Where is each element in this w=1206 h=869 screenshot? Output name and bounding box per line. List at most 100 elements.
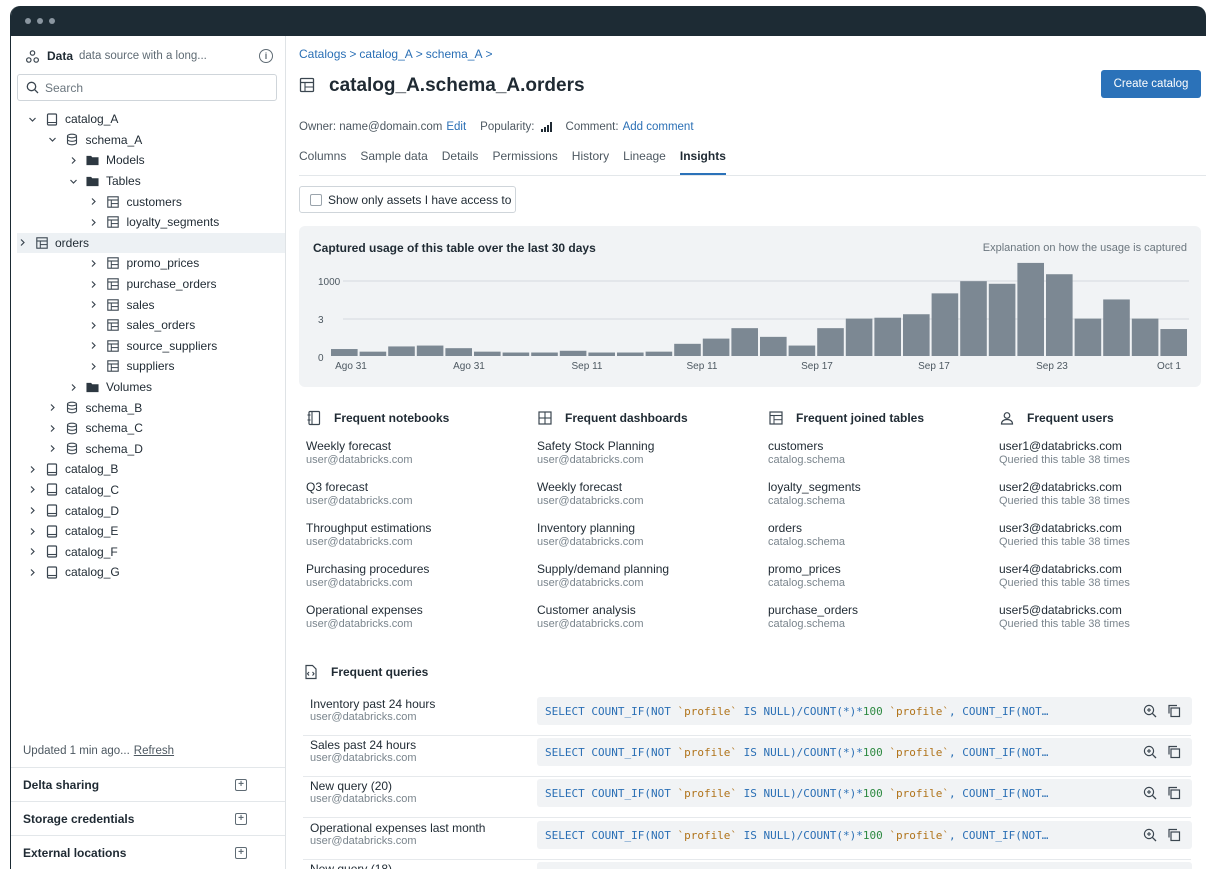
list-item[interactable]: Q3 forecast user@databricks.com	[306, 480, 531, 521]
tree-item-schema-d[interactable]: schema_D	[11, 439, 285, 460]
chevron-right-icon[interactable]	[89, 341, 99, 350]
list-item[interactable]: user1@databricks.com Queried this table 3…	[999, 439, 1206, 480]
breadcrumb-schema[interactable]: schema_A	[426, 47, 483, 61]
tree-item-catalog-c[interactable]: catalog_C	[11, 480, 285, 501]
access-filter-toggle[interactable]: Show only assets I have access to	[299, 186, 516, 213]
expand-plus-icon[interactable]: +	[235, 812, 247, 825]
chart-explanation-link[interactable]: Explanation on how the usage is captured	[983, 242, 1187, 254]
access-checkbox[interactable]	[310, 193, 322, 206]
usage-bar[interactable]	[931, 293, 959, 356]
tab-columns[interactable]: Columns	[299, 149, 346, 175]
window-dot[interactable]	[25, 18, 31, 24]
usage-bar[interactable]	[645, 351, 673, 356]
tree-item-schema-b[interactable]: schema_B	[11, 397, 285, 418]
usage-bar[interactable]	[788, 345, 816, 356]
usage-bar[interactable]	[874, 317, 901, 356]
zoom-in-icon[interactable]	[1143, 786, 1157, 803]
tab-details[interactable]: Details	[442, 149, 479, 175]
breadcrumb-catalogs[interactable]: Catalogs	[299, 47, 346, 61]
copy-icon[interactable]	[1167, 786, 1181, 803]
chevron-down-icon[interactable]	[48, 135, 58, 144]
usage-bar[interactable]	[1046, 274, 1073, 356]
list-item[interactable]: Weekly forecast user@databricks.com	[306, 439, 531, 480]
usage-bar[interactable]	[817, 328, 844, 356]
expand-plus-icon[interactable]: +	[235, 846, 247, 859]
copy-icon[interactable]	[1167, 828, 1181, 845]
chevron-right-icon[interactable]	[17, 238, 27, 247]
usage-bar[interactable]	[531, 352, 558, 356]
tree-item-volumes[interactable]: Volumes	[11, 377, 285, 398]
section-external-locations[interactable]: External locations +	[11, 835, 285, 869]
tree-item-loyalty-segments[interactable]: loyalty_segments	[11, 212, 285, 233]
window-dot[interactable]	[37, 18, 43, 24]
copy-icon[interactable]	[1167, 704, 1181, 721]
tree-item-purchase-orders[interactable]: purchase_orders	[11, 274, 285, 295]
tree-item-schema-a[interactable]: schema_A	[11, 130, 285, 151]
query-code-block[interactable]: SELECT COUNT_IF(NOT `profile` IS NULL)/C…	[537, 779, 1192, 807]
tab-lineage[interactable]: Lineage	[623, 149, 666, 175]
chevron-right-icon[interactable]	[89, 362, 99, 371]
list-item[interactable]: Weekly forecast user@databricks.com	[537, 480, 762, 521]
create-catalog-button[interactable]: Create catalog	[1101, 70, 1201, 98]
info-icon[interactable]: i	[259, 49, 273, 63]
list-item[interactable]: Inventory planning user@databricks.com	[537, 521, 762, 562]
tree-item-customers[interactable]: customers	[11, 191, 285, 212]
tree-item-sales-orders[interactable]: sales_orders	[11, 315, 285, 336]
tab-insights[interactable]: Insights	[679, 149, 726, 175]
list-item[interactable]: Supply/demand planning user@databricks.co…	[537, 562, 762, 603]
tree-item-catalog-d[interactable]: catalog_D	[11, 500, 285, 521]
chevron-right-icon[interactable]	[27, 547, 37, 556]
usage-bar[interactable]	[1017, 262, 1044, 356]
usage-bar[interactable]	[359, 351, 387, 356]
list-item[interactable]: Operational expenses user@databricks.com	[306, 603, 531, 644]
list-item[interactable]: orders catalog.schema	[768, 521, 993, 562]
window-dot[interactable]	[49, 18, 55, 24]
tree-item-tables[interactable]: Tables	[11, 171, 285, 192]
copy-icon[interactable]	[1167, 745, 1181, 762]
tree-item-sales[interactable]: sales	[11, 294, 285, 315]
query-code-block[interactable]: SELECT COUNT_IF(NOT `profile` IS NULL)/C…	[537, 738, 1192, 766]
chevron-right-icon[interactable]	[27, 568, 37, 577]
list-item[interactable]: Safety Stock Planning user@databricks.com	[537, 439, 762, 480]
section-storage-credentials[interactable]: Storage credentials +	[11, 801, 285, 835]
chevron-right-icon[interactable]	[48, 403, 58, 412]
list-item[interactable]: purchase_orders catalog.schema	[768, 603, 993, 644]
edit-owner-link[interactable]: Edit	[446, 121, 466, 133]
usage-bar[interactable]	[416, 345, 444, 356]
tree-item-catalog-f[interactable]: catalog_F	[11, 541, 285, 562]
list-item[interactable]: promo_prices catalog.schema	[768, 562, 993, 603]
list-item[interactable]: user2@databricks.com Queried this table 3…	[999, 480, 1206, 521]
add-comment-link[interactable]: Add comment	[623, 121, 694, 133]
query-row[interactable]: Inventory past 24 hours user@databricks.c…	[303, 695, 1192, 736]
list-item[interactable]: Throughput estimations user@databricks.co…	[306, 521, 531, 562]
tree-item-catalog-e[interactable]: catalog_E	[11, 521, 285, 542]
usage-bar[interactable]	[502, 352, 530, 356]
chevron-right-icon[interactable]	[89, 259, 99, 268]
section-delta-sharing[interactable]: Delta sharing +	[11, 767, 285, 801]
usage-bar[interactable]	[617, 352, 644, 356]
tree-item-models[interactable]: Models	[11, 150, 285, 171]
query-row[interactable]: Sales past 24 hours user@databricks.com SE…	[303, 736, 1192, 777]
usage-bar[interactable]	[731, 328, 758, 356]
tab-history[interactable]: History	[572, 149, 609, 175]
usage-bar[interactable]	[388, 346, 415, 356]
usage-bar[interactable]	[1103, 299, 1130, 356]
usage-bar[interactable]	[903, 314, 930, 356]
query-row[interactable]: Operational expenses last month user@data…	[303, 819, 1192, 860]
chevron-right-icon[interactable]	[27, 506, 37, 515]
zoom-in-icon[interactable]	[1143, 745, 1157, 762]
chevron-right-icon[interactable]	[89, 218, 99, 227]
chevron-right-icon[interactable]	[89, 321, 99, 330]
tab-permissions[interactable]: Permissions	[492, 149, 557, 175]
usage-bar[interactable]	[331, 349, 358, 356]
chevron-right-icon[interactable]	[89, 300, 99, 309]
list-item[interactable]: Customer analysis user@databricks.com	[537, 603, 762, 644]
chevron-right-icon[interactable]	[89, 197, 99, 206]
query-code-block[interactable]: SELECT COUNT_IF(NOT `profile` IS NULL)/C…	[537, 821, 1192, 849]
usage-bar[interactable]	[1131, 318, 1159, 356]
tree-item-suppliers[interactable]: suppliers	[11, 356, 285, 377]
list-item[interactable]: loyalty_segments catalog.schema	[768, 480, 993, 521]
expand-plus-icon[interactable]: +	[235, 778, 247, 791]
tree-item-promo-prices[interactable]: promo_prices	[11, 253, 285, 274]
usage-bar[interactable]	[760, 336, 787, 356]
